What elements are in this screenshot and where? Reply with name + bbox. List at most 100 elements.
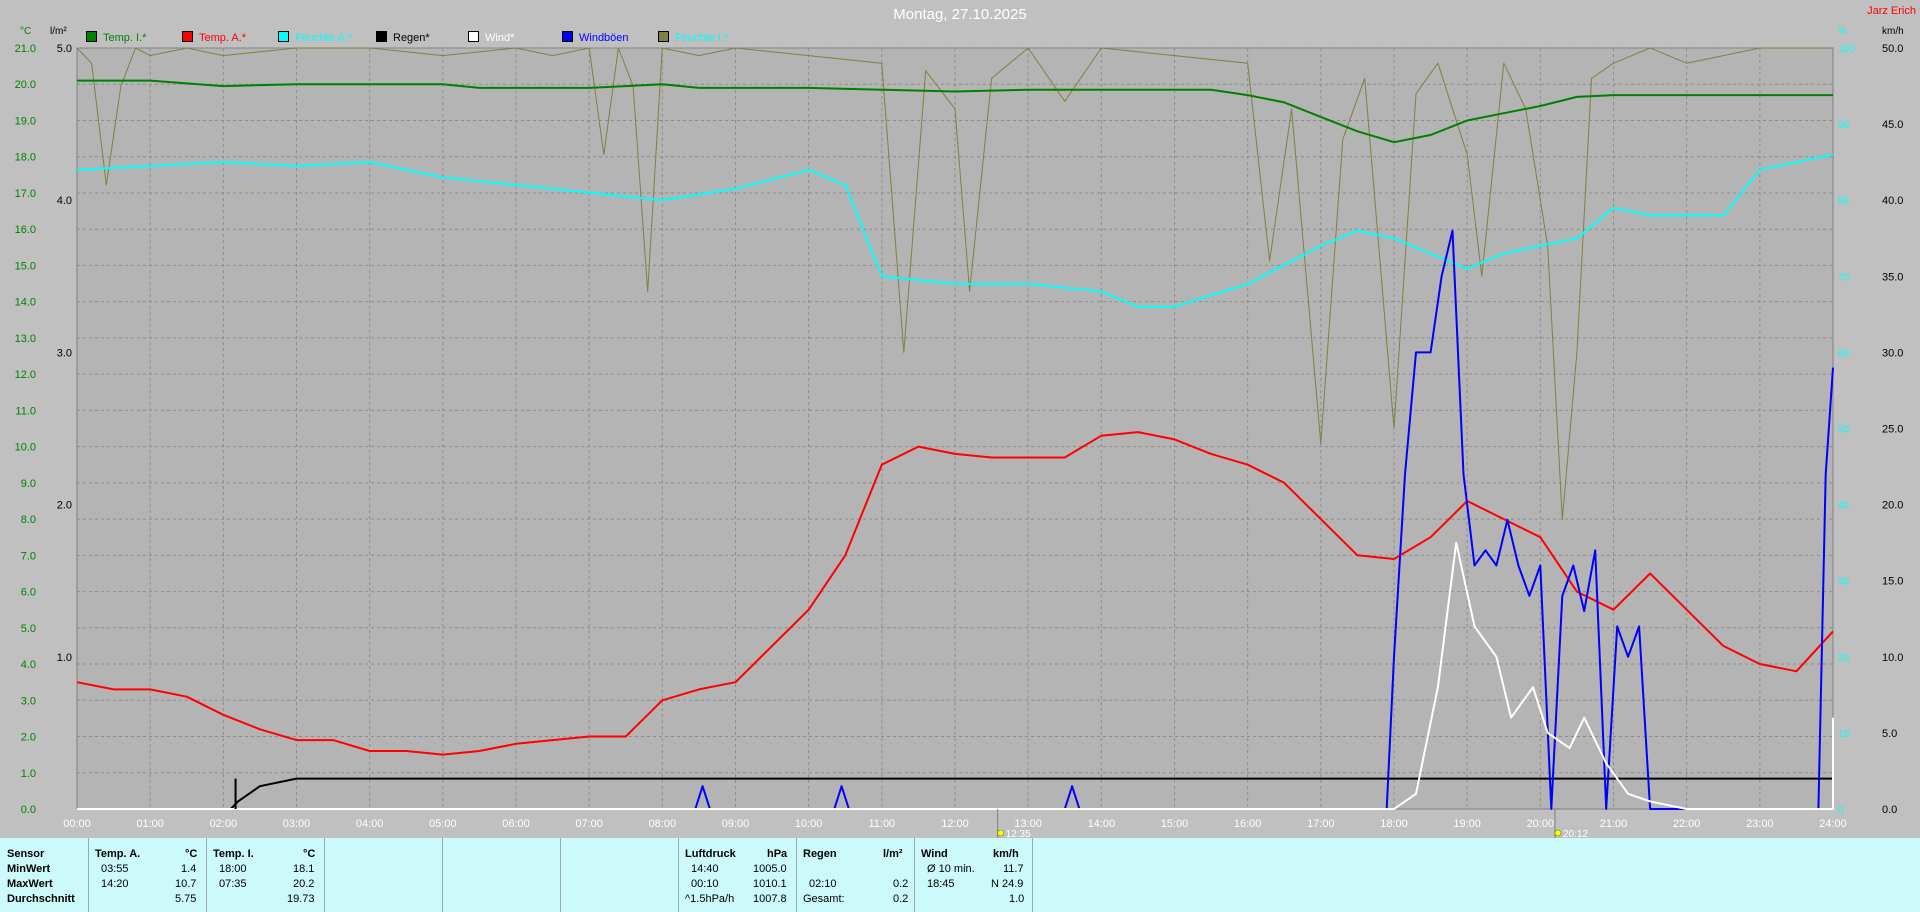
chart-title: Montag, 27.10.2025 bbox=[893, 6, 1027, 23]
x-tick-label: 03:00 bbox=[283, 818, 311, 830]
rain-max-value: 0.2 bbox=[893, 878, 909, 890]
legend-item-rain[interactable]: Regen* bbox=[376, 31, 430, 44]
temp-tick-label: 1.0 bbox=[21, 768, 36, 780]
temp-tick-label: 14.0 bbox=[15, 297, 36, 309]
rain-tick-label: 3.0 bbox=[57, 347, 72, 359]
humidity-tick-label: 10 bbox=[1838, 729, 1850, 740]
x-tick-label: 12:00 bbox=[941, 818, 969, 830]
x-tick-label: 14:00 bbox=[1088, 818, 1116, 830]
x-tick-label: 10:00 bbox=[795, 818, 823, 830]
wind-max-value: N 24.9 bbox=[991, 878, 1024, 890]
x-tick-label: 07:00 bbox=[575, 818, 603, 830]
temp-tick-label: 7.0 bbox=[21, 550, 36, 562]
x-tick-label: 06:00 bbox=[502, 818, 530, 830]
temp-indoor-column: Temp. I. °C 18:00 18.1 07:35 20.2 19.73 bbox=[206, 838, 325, 912]
x-tick-label: 09:00 bbox=[722, 818, 750, 830]
rain-tick-label: 4.0 bbox=[57, 195, 72, 207]
empty-column-1 bbox=[324, 838, 443, 912]
legend-swatch bbox=[182, 31, 193, 42]
wind-tick-label: 30.0 bbox=[1882, 347, 1903, 359]
temp-tick-label: 21.0 bbox=[15, 43, 36, 55]
pressure-min-value: 1005.0 bbox=[753, 863, 787, 875]
x-tick-label: 19:00 bbox=[1453, 818, 1481, 830]
wind-tick-label: 5.0 bbox=[1882, 728, 1897, 740]
humidity-tick-label: 90 bbox=[1838, 120, 1850, 131]
time-marker-label: 20:12 bbox=[1563, 829, 1588, 838]
x-tick-label: 02:00 bbox=[210, 818, 238, 830]
x-tick-label: 20:00 bbox=[1527, 818, 1555, 830]
wind-tick-label: 15.0 bbox=[1882, 576, 1903, 588]
max-row-label: MaxWert bbox=[7, 878, 53, 890]
rain-max-time: 02:10 bbox=[809, 878, 837, 890]
rain-column: Regen l/m² 02:10 0.2 Gesamt: 0.2 bbox=[796, 838, 915, 912]
temp-indoor-min-value: 18.1 bbox=[293, 863, 315, 875]
pressure-header: Luftdruck bbox=[685, 848, 736, 860]
x-tick-label: 23:00 bbox=[1746, 818, 1774, 830]
temp-outdoor-average: 5.75 bbox=[175, 893, 197, 905]
legend-item-wind[interactable]: Wind* bbox=[468, 31, 514, 44]
humidity-tick-label: 50 bbox=[1838, 425, 1850, 436]
x-tick-label: 21:00 bbox=[1600, 818, 1628, 830]
humidity-tick-label: 20 bbox=[1838, 653, 1850, 664]
humidity-tick-label: 70 bbox=[1838, 272, 1850, 283]
wind-tick-label: 25.0 bbox=[1882, 424, 1903, 436]
rain-unit-label: l/m² bbox=[50, 26, 67, 37]
legend-item-temp-outdoor[interactable]: Temp. A.* bbox=[182, 31, 246, 44]
temp-tick-label: 16.0 bbox=[15, 224, 36, 236]
min-row-label: MinWert bbox=[7, 863, 51, 875]
wind-avg-label: Ø 10 min. bbox=[927, 863, 975, 875]
temp-indoor-max-value: 20.2 bbox=[293, 878, 315, 890]
legend-swatch bbox=[468, 31, 479, 42]
legend-item-temp-indoor[interactable]: Temp. I.* bbox=[86, 31, 146, 44]
empty-column-2 bbox=[442, 838, 561, 912]
humidity-unit-label: % bbox=[1838, 26, 1847, 37]
x-tick-label: 01:00 bbox=[136, 818, 164, 830]
rain-unit: l/m² bbox=[883, 848, 903, 860]
statistics-panel: Sensor MinWert MaxWert Durchschnitt Temp… bbox=[0, 838, 1920, 912]
pressure-unit: hPa bbox=[767, 848, 788, 860]
temp-tick-label: 20.0 bbox=[15, 79, 36, 91]
weather-chart: 0.0 1.0 2.0 3.0 4.0 5.0 6.0 7.0 8.0 9.0 10.0 11.0 12… bbox=[0, 0, 1920, 838]
legend-swatch bbox=[278, 31, 289, 42]
temp-tick-label: 3.0 bbox=[21, 695, 36, 707]
wind-mean-value: 1.0 bbox=[1009, 893, 1025, 905]
sensor-column: Sensor MinWert MaxWert Durchschnitt bbox=[0, 838, 88, 912]
legend-item-humidity-outdoor[interactable]: Feuchte A.* bbox=[278, 31, 352, 44]
temp-tick-label: 18.0 bbox=[15, 152, 36, 164]
humidity-tick-label: 80 bbox=[1838, 196, 1850, 207]
temp-tick-label: 15.0 bbox=[15, 260, 36, 272]
temp-indoor-header: Temp. I. bbox=[213, 848, 254, 860]
temp-tick-label: 9.0 bbox=[21, 478, 36, 490]
humidity-tick-label: 0 bbox=[1838, 805, 1844, 816]
x-tick-label: 15:00 bbox=[1161, 818, 1189, 830]
temp-outdoor-column: Temp. A. °C 03:55 1.4 14:20 10.7 5.75 bbox=[88, 838, 207, 912]
time-marker-label: 12:35 bbox=[1006, 829, 1031, 838]
wind-unit-label: km/h bbox=[1882, 26, 1904, 37]
temp-tick-label: 5.0 bbox=[21, 623, 36, 635]
legend-item-gusts[interactable]: Windböen bbox=[562, 31, 629, 44]
temp-outdoor-header: Temp. A. bbox=[95, 848, 141, 860]
rain-tick-label: 1.0 bbox=[57, 652, 72, 664]
chart-grid bbox=[76, 47, 1834, 810]
temp-indoor-average: 19.73 bbox=[287, 893, 315, 905]
temp-tick-label: 19.0 bbox=[15, 115, 36, 127]
temp-indoor-max-time: 07:35 bbox=[219, 878, 247, 890]
wind-header: Wind bbox=[921, 848, 948, 860]
wind-tick-label: 40.0 bbox=[1882, 195, 1903, 207]
wind-tick-label: 10.0 bbox=[1882, 652, 1903, 664]
wind-tick-label: 35.0 bbox=[1882, 271, 1903, 283]
temp-tick-label: 12.0 bbox=[15, 369, 36, 381]
x-tick-label: 24:00 bbox=[1819, 818, 1847, 830]
temp-outdoor-min-value: 1.4 bbox=[181, 863, 197, 875]
rain-total-label: Gesamt: bbox=[803, 893, 845, 905]
pressure-min-time: 14:40 bbox=[691, 863, 719, 875]
sun-icon bbox=[1554, 829, 1562, 837]
wind-tick-label: 50.0 bbox=[1882, 43, 1903, 55]
temp-tick-label: 0.0 bbox=[21, 804, 36, 816]
temp-outdoor-unit: °C bbox=[185, 848, 198, 860]
wind-unit: km/h bbox=[993, 848, 1019, 860]
wind-avg-value: 11.7 bbox=[1003, 863, 1024, 875]
legend-item-humidity-indoor[interactable]: Feuchte I.* bbox=[658, 31, 728, 44]
temp-tick-label: 13.0 bbox=[15, 333, 36, 345]
rain-header: Regen bbox=[803, 848, 837, 860]
